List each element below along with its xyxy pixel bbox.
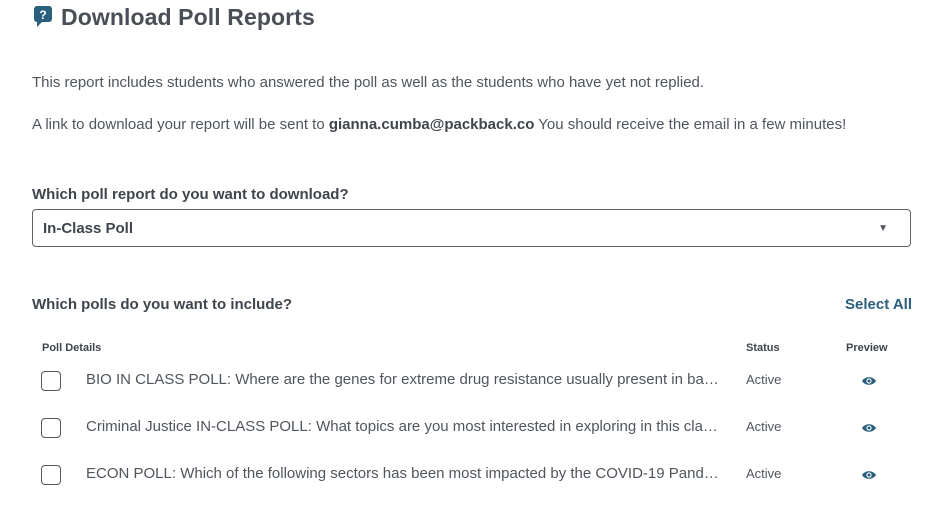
- poll-checkbox[interactable]: [41, 418, 61, 438]
- poll-checkbox[interactable]: [41, 465, 61, 485]
- svg-text:?: ?: [39, 8, 46, 22]
- eye-icon[interactable]: [861, 422, 877, 434]
- eye-icon[interactable]: [861, 469, 877, 481]
- poll-status: Active: [746, 466, 782, 481]
- poll-row: ECON POLL: Which of the following sector…: [0, 461, 942, 491]
- page-title: Download Poll Reports: [61, 3, 315, 30]
- column-header-preview: Preview: [846, 342, 888, 354]
- question-chat-icon: ?: [34, 6, 52, 27]
- email-notice-prefix: A link to download your report will be s…: [32, 116, 329, 133]
- poll-details-text: BIO IN CLASS POLL: Where are the genes f…: [86, 371, 722, 388]
- poll-status: Active: [746, 372, 782, 387]
- email-notice: A link to download your report will be s…: [32, 116, 846, 133]
- column-header-poll-details: Poll Details: [42, 342, 102, 354]
- page-header: ? Download Poll Reports: [33, 3, 315, 31]
- report-description: This report includes students who answer…: [32, 74, 705, 91]
- poll-details-text: ECON POLL: Which of the following sector…: [86, 465, 722, 482]
- polls-question: Which polls do you want to include?: [32, 296, 292, 313]
- email-notice-suffix: You should receive the email in a few mi…: [534, 116, 847, 133]
- poll-row: Criminal Justice IN-CLASS POLL: What top…: [0, 414, 942, 444]
- caret-down-icon: ▼: [878, 222, 888, 234]
- eye-icon[interactable]: [861, 375, 877, 387]
- report-type-question: Which poll report do you want to downloa…: [32, 186, 349, 203]
- poll-details-text: Criminal Justice IN-CLASS POLL: What top…: [86, 418, 722, 435]
- column-header-status: Status: [746, 342, 780, 354]
- poll-status: Active: [746, 419, 782, 434]
- email-address: gianna.cumba@packback.co: [328, 116, 535, 133]
- select-all-button[interactable]: Select All: [845, 296, 912, 313]
- poll-row: BIO IN CLASS POLL: Where are the genes f…: [0, 367, 942, 397]
- poll-checkbox[interactable]: [41, 371, 61, 391]
- report-type-value: In-Class Poll: [43, 219, 134, 237]
- report-type-select[interactable]: In-Class Poll ▼: [32, 209, 911, 247]
